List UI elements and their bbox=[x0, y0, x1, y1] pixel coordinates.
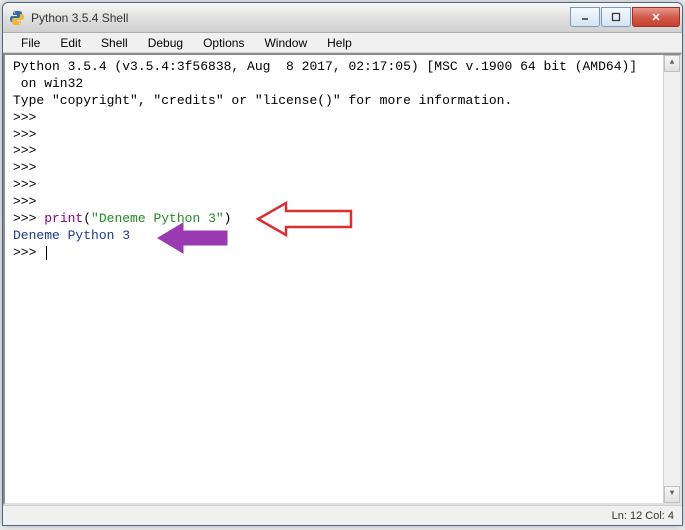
prompt: >>> bbox=[13, 177, 44, 192]
python-icon bbox=[9, 10, 25, 26]
prompt: >>> bbox=[13, 194, 44, 209]
menu-help[interactable]: Help bbox=[317, 34, 362, 52]
menu-shell[interactable]: Shell bbox=[91, 34, 138, 52]
python-shell-window: Python 3.5.4 Shell File Edit Shell Debug… bbox=[2, 2, 683, 526]
close-button[interactable] bbox=[632, 7, 680, 27]
banner-line: Type "copyright", "credits" or "license(… bbox=[13, 93, 672, 110]
scroll-down-button[interactable]: ▼ bbox=[664, 486, 680, 503]
menu-file[interactable]: File bbox=[11, 34, 50, 52]
menu-window[interactable]: Window bbox=[254, 34, 317, 52]
prompt: >>> bbox=[13, 160, 44, 175]
prompt: >>> bbox=[13, 143, 44, 158]
vertical-scrollbar[interactable]: ▲ ▼ bbox=[663, 55, 680, 503]
prompt: >>> bbox=[13, 110, 44, 125]
banner-line: Python 3.5.4 (v3.5.4:3f56838, Aug 8 2017… bbox=[13, 59, 672, 76]
window-controls bbox=[569, 7, 680, 29]
minimize-button[interactable] bbox=[570, 7, 600, 27]
window-title: Python 3.5.4 Shell bbox=[31, 11, 569, 25]
string-literal: "Deneme Python 3" bbox=[91, 211, 224, 226]
menu-options[interactable]: Options bbox=[193, 34, 254, 52]
menu-edit[interactable]: Edit bbox=[50, 34, 91, 52]
menu-debug[interactable]: Debug bbox=[138, 34, 193, 52]
banner-line: on win32 bbox=[13, 76, 672, 93]
current-prompt-line: >>> bbox=[13, 245, 672, 262]
prompt: >>> bbox=[13, 245, 44, 262]
keyword-print: print bbox=[44, 211, 83, 226]
text-cursor bbox=[46, 246, 47, 260]
menubar: File Edit Shell Debug Options Window Hel… bbox=[3, 33, 682, 53]
statusbar: Ln: 12 Col: 4 bbox=[3, 505, 682, 525]
output-line: Deneme Python 3 bbox=[13, 228, 672, 245]
prompt: >>> bbox=[13, 211, 44, 226]
cursor-position: Ln: 12 Col: 4 bbox=[612, 510, 674, 522]
shell-content[interactable]: Python 3.5.4 (v3.5.4:3f56838, Aug 8 2017… bbox=[3, 53, 682, 505]
scroll-up-button[interactable]: ▲ bbox=[664, 55, 680, 72]
titlebar[interactable]: Python 3.5.4 Shell bbox=[3, 3, 682, 33]
input-line: >>> print("Deneme Python 3") bbox=[13, 211, 672, 228]
paren-close: ) bbox=[224, 211, 232, 226]
paren-open: ( bbox=[83, 211, 91, 226]
maximize-button[interactable] bbox=[601, 7, 631, 27]
prompt: >>> bbox=[13, 127, 44, 142]
